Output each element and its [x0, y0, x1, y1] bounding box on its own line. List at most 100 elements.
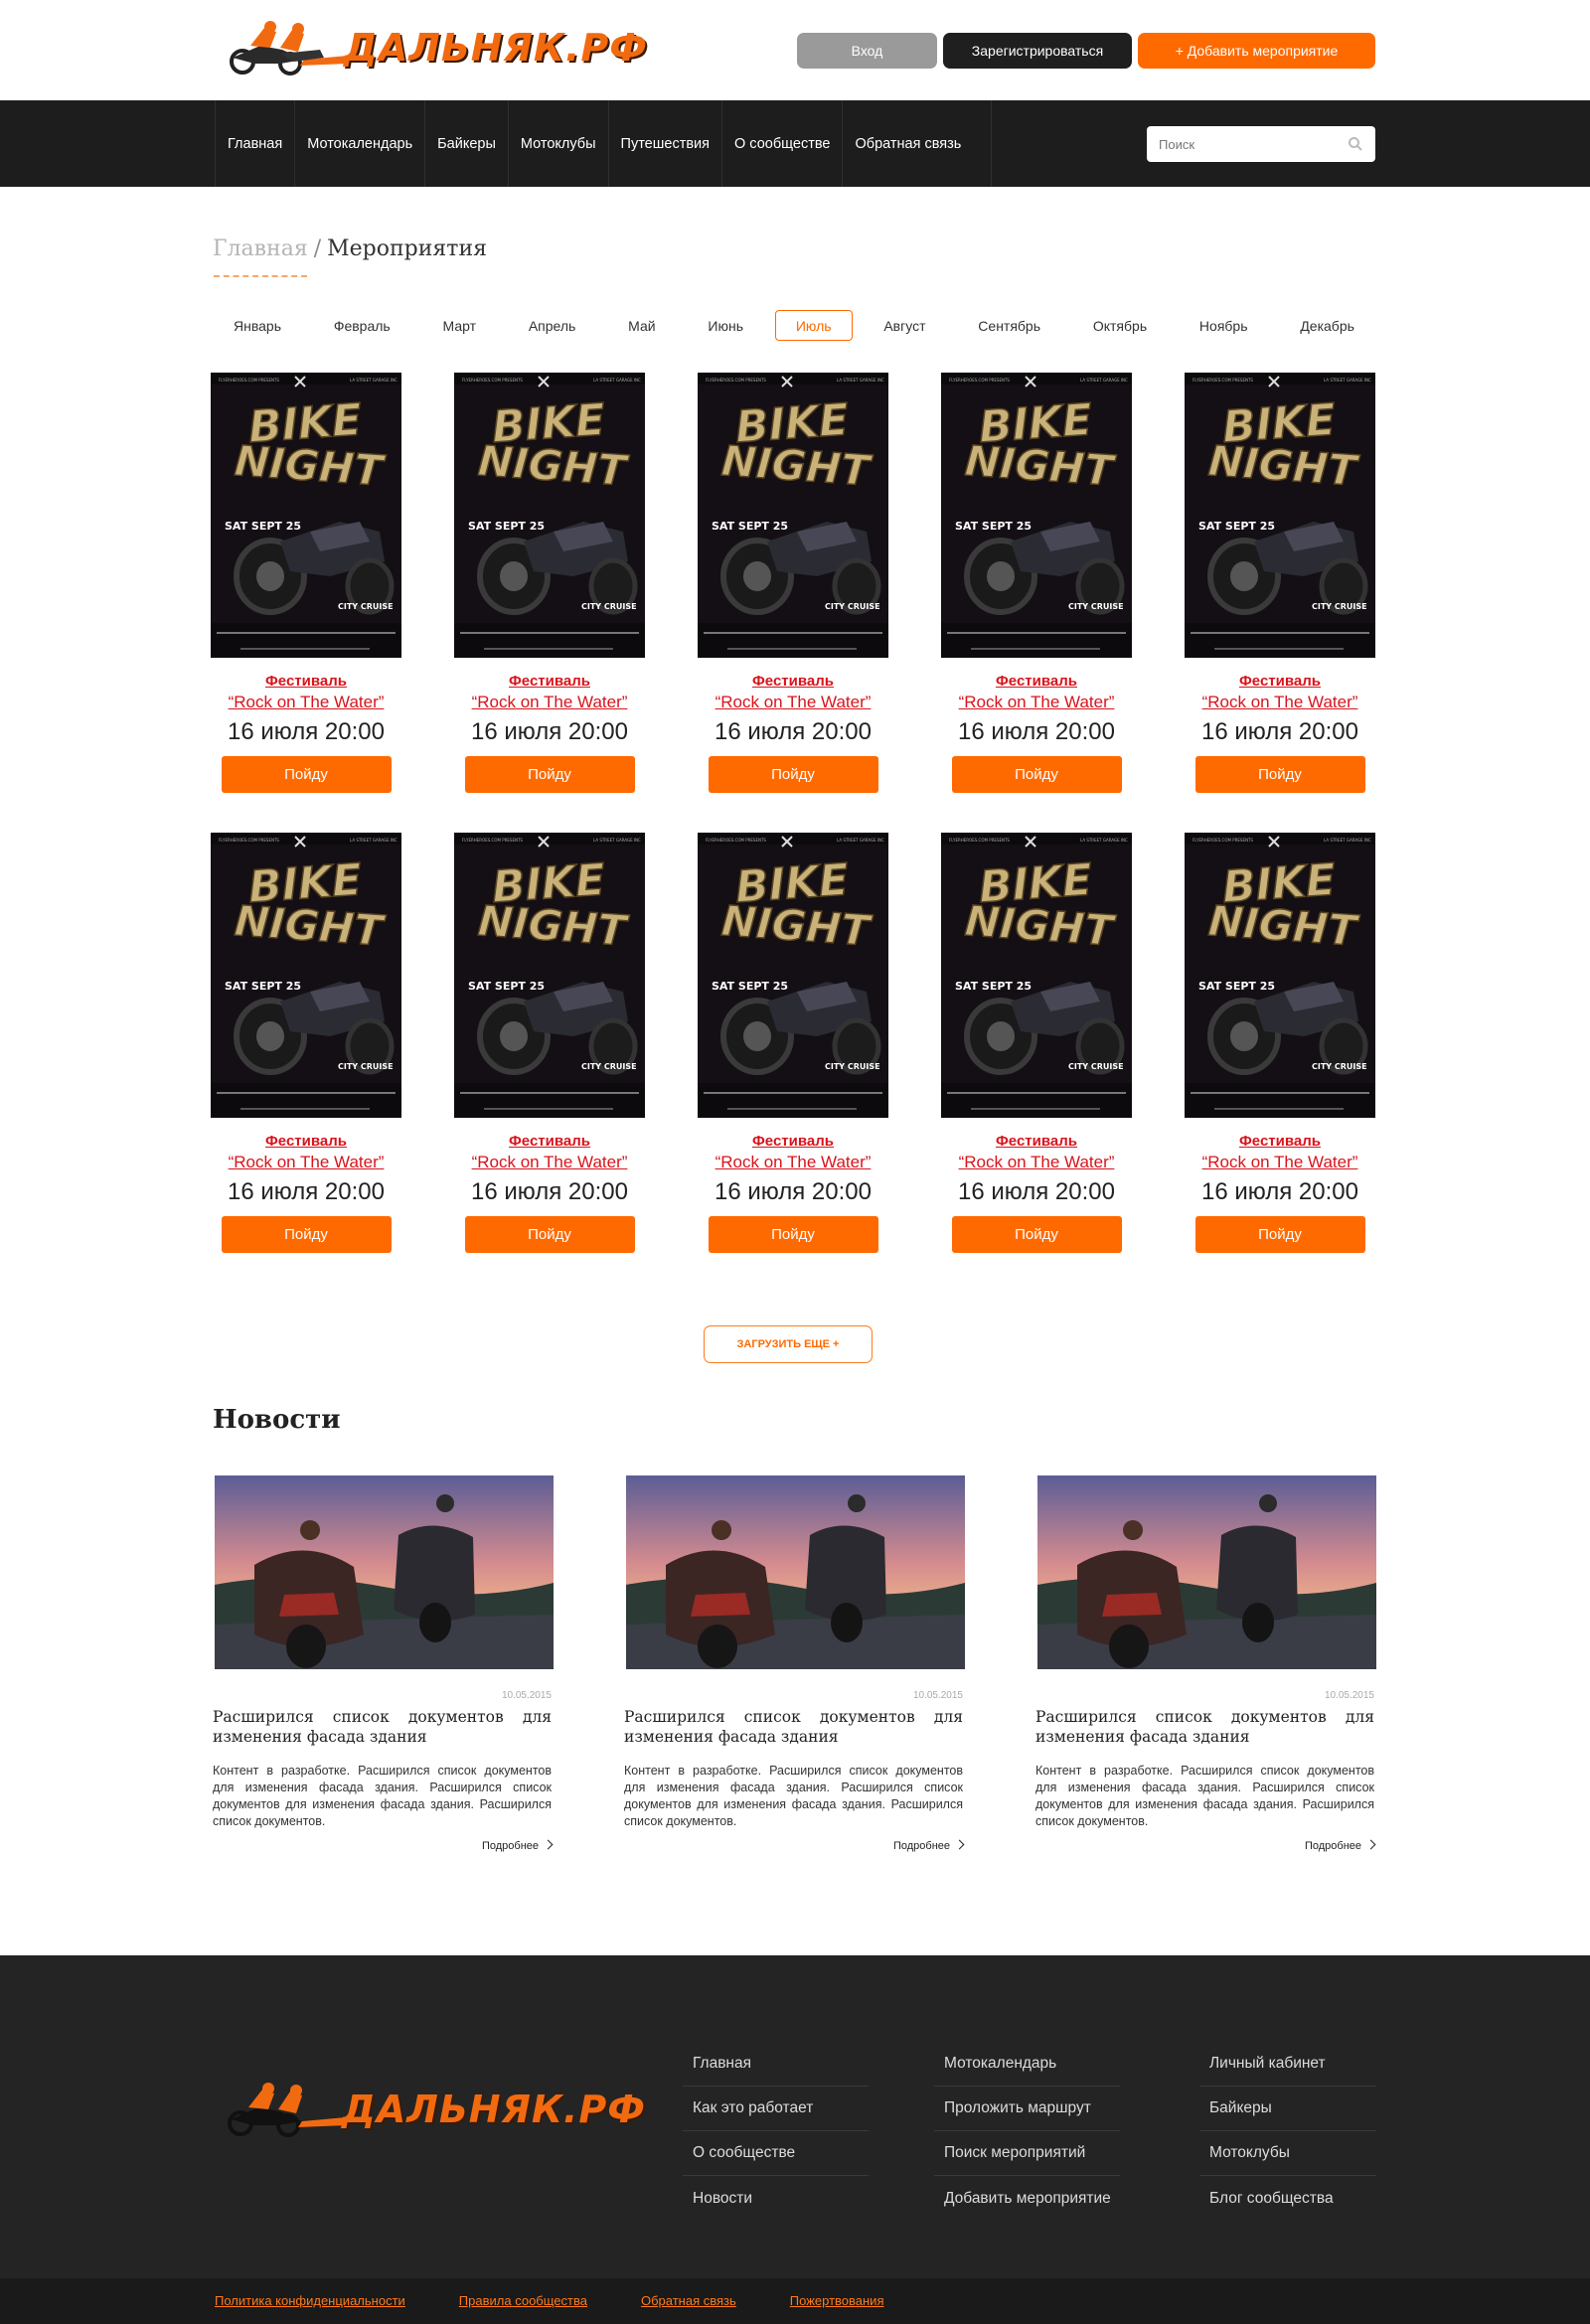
attend-button[interactable]: Пойду	[951, 756, 1122, 793]
event-type-link[interactable]: Фестиваль	[1239, 673, 1321, 690]
event-type-link[interactable]: Фестиваль	[996, 1133, 1077, 1150]
footer-link[interactable]: Как это работает	[683, 2087, 869, 2131]
footer-link[interactable]: Главная	[683, 2042, 869, 2087]
event-poster-image[interactable]: FLYERHEROES.COM PRESENTS LA STREET GARAG…	[211, 373, 401, 658]
login-button[interactable]: Вход	[797, 33, 937, 69]
attend-button[interactable]: Пойду	[1194, 1216, 1365, 1253]
month-tab[interactable]: Ноябрь	[1179, 310, 1269, 341]
attend-button[interactable]: Пойду	[1194, 756, 1365, 793]
attend-button[interactable]: Пойду	[464, 1216, 635, 1253]
event-title-link[interactable]: “Rock on The Water”	[1202, 1153, 1358, 1172]
attend-button[interactable]: Пойду	[708, 1216, 878, 1253]
event-title-link[interactable]: “Rock on The Water”	[229, 1153, 385, 1172]
nav-item-community[interactable]: О сообществе	[721, 100, 842, 187]
attend-button[interactable]: Пойду	[221, 1216, 392, 1253]
community-rules-link[interactable]: Правила сообщества	[459, 2293, 587, 2308]
attend-button[interactable]: Пойду	[708, 756, 878, 793]
footer-link[interactable]: Мотокалендарь	[934, 2042, 1120, 2087]
nav-item-travel[interactable]: Путешествия	[607, 100, 721, 187]
event-poster-image[interactable]: FLYERHEROES.COM PRESENTS LA STREET GARAG…	[941, 373, 1132, 658]
news-image[interactable]	[215, 1475, 554, 1669]
event-title-link[interactable]: “Rock on The Water”	[1202, 693, 1358, 712]
month-tab[interactable]: Январь	[213, 310, 302, 341]
attend-button[interactable]: Пойду	[464, 756, 635, 793]
load-more-button[interactable]: ЗАГРУЗИТЬ ЕЩЕ +	[704, 1325, 873, 1363]
search-icon[interactable]	[1348, 136, 1363, 152]
feedback-link[interactable]: Обратная связь	[641, 2293, 736, 2308]
event-card: FLYERHEROES.COM PRESENTS LA STREET GARAG…	[941, 373, 1132, 793]
event-type-link[interactable]: Фестиваль	[265, 673, 347, 690]
month-tab[interactable]: Октябрь	[1072, 310, 1168, 341]
footer-link[interactable]: Добавить мероприятие	[934, 2176, 1120, 2221]
month-tab[interactable]: Декабрь	[1279, 310, 1375, 341]
svg-text:CITY CRUISE: CITY CRUISE	[338, 602, 394, 611]
event-poster-image[interactable]: FLYERHEROES.COM PRESENTS LA STREET GARAG…	[1185, 373, 1375, 658]
register-button[interactable]: Зарегистрироваться	[943, 33, 1132, 69]
month-tab[interactable]: Март	[422, 310, 498, 341]
month-tab[interactable]: Май	[607, 310, 676, 341]
footer-link[interactable]: О сообществе	[683, 2131, 869, 2176]
breadcrumb-home[interactable]: Главная	[213, 236, 308, 261]
breadcrumb-underline	[214, 275, 307, 277]
event-poster-image[interactable]: FLYERHEROES.COM PRESENTS LA STREET GARAG…	[1185, 833, 1375, 1118]
attend-button[interactable]: Пойду	[951, 1216, 1122, 1253]
footer-link[interactable]: Новости	[683, 2176, 869, 2221]
read-more-link[interactable]: Подробнее	[1035, 1839, 1376, 1852]
search-input[interactable]	[1147, 126, 1336, 162]
news-image[interactable]	[626, 1475, 965, 1669]
footer-link[interactable]: Мотоклубы	[1199, 2131, 1376, 2176]
event-type-link[interactable]: Фестиваль	[509, 673, 590, 690]
event-title-link[interactable]: “Rock on The Water”	[959, 693, 1115, 712]
event-type-link[interactable]: Фестиваль	[752, 673, 834, 690]
event-type-link[interactable]: Фестиваль	[996, 673, 1077, 690]
svg-text:SAT SEPT 25: SAT SEPT 25	[468, 520, 545, 533]
event-date: 16 июля 20:00	[715, 718, 872, 745]
month-tab-active[interactable]: Июль	[774, 310, 853, 341]
month-tab[interactable]: Февраль	[313, 310, 411, 341]
site-logo[interactable]: ДАЛЬНЯК.РФ	[221, 20, 648, 76]
news-headline[interactable]: Расширился список документов для изменен…	[213, 1707, 552, 1747]
event-poster-image[interactable]: FLYERHEROES.COM PRESENTS LA STREET GARAG…	[454, 373, 645, 658]
news-headline[interactable]: Расширился список документов для изменен…	[1035, 1707, 1374, 1747]
month-tab[interactable]: Август	[863, 310, 946, 341]
privacy-policy-link[interactable]: Политика конфиденциальности	[215, 2293, 405, 2308]
donations-link[interactable]: Пожертвования	[790, 2293, 884, 2308]
event-poster-image[interactable]: FLYERHEROES.COM PRESENTS LA STREET GARAG…	[698, 373, 888, 658]
nav-item-motoclubs[interactable]: Мотоклубы	[507, 100, 608, 187]
event-title-link[interactable]: “Rock on The Water”	[716, 693, 872, 712]
nav-item-feedback[interactable]: Обратная связь	[842, 100, 993, 187]
event-title-link[interactable]: “Rock on The Water”	[959, 1153, 1115, 1172]
attend-button[interactable]: Пойду	[221, 756, 392, 793]
nav-item-motocalendar[interactable]: Мотокалендарь	[294, 100, 424, 187]
event-title-link[interactable]: “Rock on The Water”	[229, 693, 385, 712]
event-title-link[interactable]: “Rock on The Water”	[472, 1153, 628, 1172]
read-more-link[interactable]: Подробнее	[213, 1839, 554, 1852]
footer-link[interactable]: Проложить маршрут	[934, 2087, 1120, 2131]
event-poster-image[interactable]: FLYERHEROES.COM PRESENTS LA STREET GARAG…	[941, 833, 1132, 1118]
event-type-link[interactable]: Фестиваль	[265, 1133, 347, 1150]
event-title-link[interactable]: “Rock on The Water”	[716, 1153, 872, 1172]
month-tab[interactable]: Июнь	[687, 310, 764, 341]
news-image[interactable]	[1037, 1475, 1376, 1669]
nav-item-home[interactable]: Главная	[215, 100, 294, 187]
main-nav: Главная Мотокалендарь Байкеры Мотоклубы …	[215, 100, 993, 187]
event-type-link[interactable]: Фестиваль	[509, 1133, 590, 1150]
month-tab[interactable]: Апрель	[508, 310, 597, 341]
event-poster-image[interactable]: FLYERHEROES.COM PRESENTS LA STREET GARAG…	[454, 833, 645, 1118]
footer-link[interactable]: Байкеры	[1199, 2087, 1376, 2131]
footer-link[interactable]: Личный кабинет	[1199, 2042, 1376, 2087]
news-headline[interactable]: Расширился список документов для изменен…	[624, 1707, 963, 1747]
event-poster-image[interactable]: FLYERHEROES.COM PRESENTS LA STREET GARAG…	[211, 833, 401, 1118]
nav-item-bikers[interactable]: Байкеры	[424, 100, 508, 187]
footer-link[interactable]: Поиск мероприятий	[934, 2131, 1120, 2176]
add-event-button[interactable]: + Добавить мероприятие	[1138, 33, 1375, 69]
event-poster-image[interactable]: FLYERHEROES.COM PRESENTS LA STREET GARAG…	[698, 833, 888, 1118]
breadcrumb-current: Мероприятия	[327, 236, 487, 261]
footer-logo[interactable]: ДАЛЬНЯК.РФ	[219, 2082, 646, 2137]
event-type-link[interactable]: Фестиваль	[1239, 1133, 1321, 1150]
month-tab[interactable]: Сентябрь	[957, 310, 1061, 341]
read-more-link[interactable]: Подробнее	[624, 1839, 965, 1852]
footer-link[interactable]: Блог сообщества	[1199, 2176, 1376, 2221]
event-type-link[interactable]: Фестиваль	[752, 1133, 834, 1150]
event-title-link[interactable]: “Rock on The Water”	[472, 693, 628, 712]
